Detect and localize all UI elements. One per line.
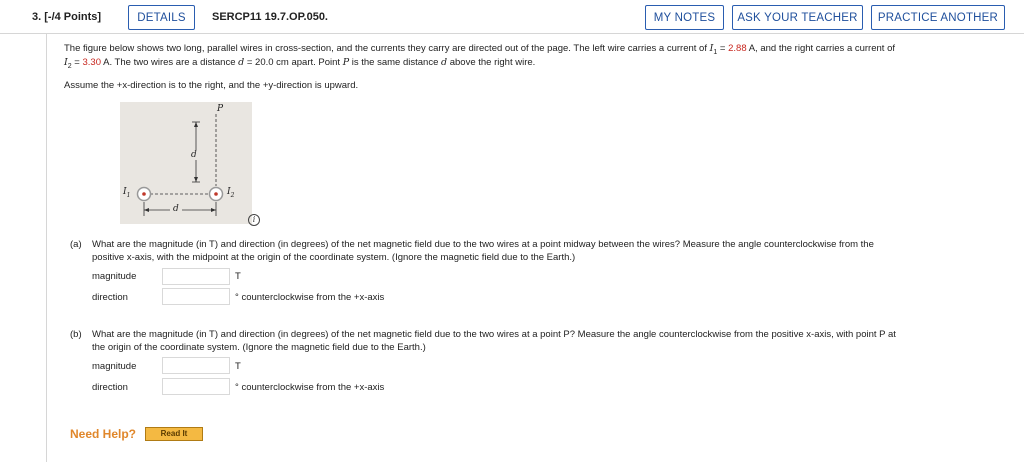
part-b-direction-input[interactable]	[162, 378, 230, 395]
i1-value: 2.88	[728, 43, 747, 54]
wires-figure: P d d I1 I2	[120, 102, 252, 224]
wires-diagram	[136, 114, 224, 216]
part-a-question-line-1: What are the magnitude (in T) and direct…	[92, 239, 874, 250]
part-a-letter: (a)	[70, 239, 82, 250]
my-notes-button[interactable]: MY NOTES	[645, 5, 724, 30]
question-number: 3. [-/4 Points]	[32, 11, 102, 23]
label-i2: I2	[227, 187, 235, 199]
label-p: P	[217, 104, 224, 114]
label-d-vertical: d	[191, 150, 197, 160]
part-a-magnitude-unit: T	[235, 271, 241, 282]
part-a-direction-input[interactable]	[162, 288, 230, 305]
practice-another-button[interactable]: PRACTICE ANOTHER	[871, 5, 1005, 30]
part-a-magnitude-label: magnitude	[92, 271, 137, 282]
need-help-label: Need Help?	[70, 427, 137, 441]
part-a-magnitude-input[interactable]	[162, 268, 230, 285]
question-header: 3. [-/4 Points] DETAILS SERCP11 19.7.OP.…	[0, 0, 1024, 34]
part-b-magnitude-unit: T	[235, 361, 241, 372]
part-a-direction-label: direction	[92, 292, 128, 303]
assumption-text: Assume the +x-direction is to the right,…	[64, 80, 359, 91]
i2-value: 3.30	[82, 57, 102, 68]
part-a-direction-unit: ° counterclockwise from the +x-axis	[235, 292, 385, 303]
label-i1: I1	[123, 187, 131, 199]
ask-your-teacher-button[interactable]: ASK YOUR TEACHER	[732, 5, 863, 30]
part-a-question-line-2: positive x-axis, with the midpoint at th…	[92, 252, 576, 263]
problem-text-line-2: I2 = 3.30 A. The two wires are a distanc…	[64, 57, 536, 70]
part-b-question-line-1: What are the magnitude (in T) and direct…	[92, 329, 896, 340]
read-it-button[interactable]: Read It	[145, 427, 203, 441]
label-d-horizontal: d	[173, 204, 179, 214]
part-b-letter: (b)	[70, 329, 82, 340]
part-b-magnitude-input[interactable]	[162, 357, 230, 374]
part-b-direction-unit: ° counterclockwise from the +x-axis	[235, 382, 385, 393]
part-b-question-line-2: the origin of the coordinate system. (Ig…	[92, 342, 426, 353]
details-button[interactable]: DETAILS	[128, 5, 195, 30]
part-b-magnitude-label: magnitude	[92, 361, 137, 372]
part-b-direction-label: direction	[92, 382, 128, 393]
problem-code: SERCP11 19.7.OP.050.	[212, 11, 328, 23]
info-icon[interactable]: i	[248, 214, 260, 226]
